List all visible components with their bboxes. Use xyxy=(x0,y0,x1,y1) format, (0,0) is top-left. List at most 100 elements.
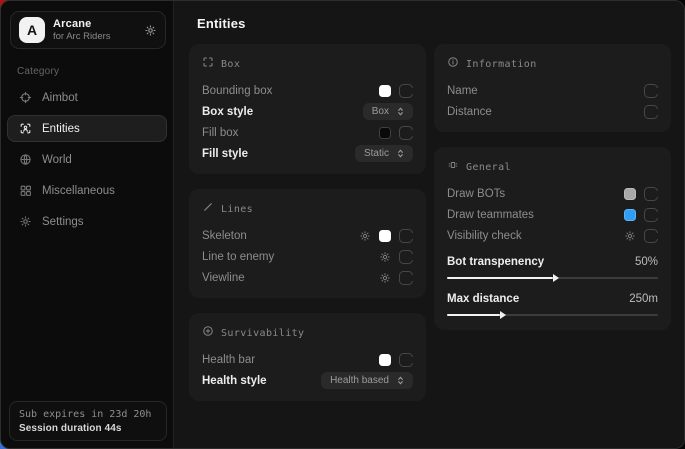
panel-survivability: Survivability Health bar Health style He… xyxy=(189,313,426,401)
panel-information: Information Name Distance xyxy=(434,44,671,132)
slider-label: Max distance xyxy=(447,293,629,305)
slider-value: 250m xyxy=(629,293,658,305)
gear-icon[interactable] xyxy=(379,251,391,263)
row-label: Distance xyxy=(447,106,636,118)
row-distance: Distance xyxy=(447,101,658,122)
row-draw-bots: Draw BOTs xyxy=(447,183,658,204)
row-skeleton: Skeleton xyxy=(202,225,413,246)
unfold-icon xyxy=(395,375,406,386)
sidebar-item-settings[interactable]: Settings xyxy=(7,208,167,235)
main-content: Entities Box Bounding box xyxy=(174,1,684,448)
skeleton-checkbox[interactable] xyxy=(399,229,413,243)
dropdown-value: Box xyxy=(372,106,389,117)
row-fill-style: Fill style Static xyxy=(202,143,413,164)
row-label: Viewline xyxy=(202,272,371,284)
distance-checkbox[interactable] xyxy=(644,105,658,119)
slider-value: 50% xyxy=(635,256,658,268)
brand-subtitle: for Arc Riders xyxy=(53,31,111,42)
health-bar-checkbox[interactable] xyxy=(399,353,413,367)
row-box-style: Box style Box xyxy=(202,101,413,122)
row-label: Health bar xyxy=(202,354,371,366)
health-bar-color-swatch[interactable] xyxy=(379,354,391,366)
sidebar-item-label: Miscellaneous xyxy=(42,185,115,197)
health-style-dropdown[interactable]: Health based xyxy=(321,372,413,389)
sidebar-item-miscellaneous[interactable]: Miscellaneous xyxy=(7,177,167,204)
row-health-style: Health style Health based xyxy=(202,370,413,391)
panel-general: General Draw BOTs Draw teammates Visibil… xyxy=(434,147,671,330)
row-visibility-check: Visibility check xyxy=(447,225,658,246)
max-distance-control: Max distance 250m xyxy=(447,290,658,320)
draw-teammates-color-swatch[interactable] xyxy=(624,209,636,221)
row-label: Name xyxy=(447,85,636,97)
unfold-icon xyxy=(395,106,406,117)
row-health-bar: Health bar xyxy=(202,349,413,370)
app-logo-letter: A xyxy=(27,22,37,38)
fill-box-checkbox[interactable] xyxy=(399,126,413,140)
row-label: Visibility check xyxy=(447,230,616,242)
sub-expiry-text: Sub expires in 23d 20h xyxy=(19,409,157,420)
bounding-box-checkbox[interactable] xyxy=(399,84,413,98)
row-label: Fill style xyxy=(202,148,347,160)
panel-title: Information xyxy=(466,59,537,70)
skeleton-color-swatch[interactable] xyxy=(379,230,391,242)
row-label: Bounding box xyxy=(202,85,371,97)
box-style-dropdown[interactable]: Box xyxy=(363,103,413,120)
row-viewline: Viewline xyxy=(202,267,413,288)
cheat-menu-window: A Arcane for Arc Riders Category Aimbot xyxy=(0,0,685,449)
row-line-to-enemy: Line to enemy xyxy=(202,246,413,267)
row-label: Draw BOTs xyxy=(447,188,616,200)
sidebar-nav: Aimbot Entities World xyxy=(1,82,173,237)
gear-icon xyxy=(19,215,32,228)
bounding-box-color-swatch[interactable] xyxy=(379,85,391,97)
visibility-check-checkbox[interactable] xyxy=(644,229,658,243)
row-label: Line to enemy xyxy=(202,251,371,263)
desktop: A Arcane for Arc Riders Category Aimbot xyxy=(0,0,685,449)
fill-style-dropdown[interactable]: Static xyxy=(355,145,413,162)
gear-icon[interactable] xyxy=(144,24,157,37)
category-grid-icon xyxy=(19,184,32,197)
gear-icon[interactable] xyxy=(359,230,371,242)
panel-title: General xyxy=(466,162,511,173)
health-cross-icon xyxy=(202,324,214,342)
sidebar-item-label: Aimbot xyxy=(42,92,78,104)
row-bounding-box: Bounding box xyxy=(202,80,413,101)
row-fill-box: Fill box xyxy=(202,122,413,143)
fill-box-color-swatch[interactable] xyxy=(379,127,391,139)
panel-title: Survivability xyxy=(221,328,304,339)
subscription-card: Sub expires in 23d 20h Session duration … xyxy=(9,401,167,441)
panel-box: Box Bounding box Box style Box xyxy=(189,44,426,174)
sidebar-item-entities[interactable]: Entities xyxy=(7,115,167,142)
draw-bots-color-swatch[interactable] xyxy=(624,188,636,200)
bot-transparency-control: Bot transpenency 50% xyxy=(447,253,658,283)
gear-icon[interactable] xyxy=(379,272,391,284)
row-label: Fill box xyxy=(202,127,371,139)
draw-teammates-checkbox[interactable] xyxy=(644,208,658,222)
app-logo: A xyxy=(19,17,45,43)
line-icon xyxy=(202,200,214,218)
dropdown-value: Static xyxy=(364,148,389,159)
panel-title: Lines xyxy=(221,204,253,215)
slider-label: Bot transpenency xyxy=(447,256,635,268)
brand-name: Arcane xyxy=(53,18,111,30)
page-title: Entities xyxy=(197,16,671,31)
bounding-box-icon xyxy=(202,55,214,73)
category-label: Category xyxy=(17,66,173,77)
dropdown-value: Health based xyxy=(330,375,389,386)
name-checkbox[interactable] xyxy=(644,84,658,98)
max-distance-slider[interactable] xyxy=(447,310,658,320)
entity-scan-icon xyxy=(19,122,32,135)
panel-title: Box xyxy=(221,59,240,70)
row-label: Health style xyxy=(202,375,313,387)
sidebar-item-world[interactable]: World xyxy=(7,146,167,173)
sidebar-item-aimbot[interactable]: Aimbot xyxy=(7,84,167,111)
viewline-checkbox[interactable] xyxy=(399,271,413,285)
gear-icon[interactable] xyxy=(624,230,636,242)
bot-transparency-slider[interactable] xyxy=(447,273,658,283)
info-icon xyxy=(447,55,459,73)
slider-fill xyxy=(447,277,553,279)
crosshair-icon xyxy=(19,91,32,104)
draw-bots-checkbox[interactable] xyxy=(644,187,658,201)
unfold-icon xyxy=(395,148,406,159)
row-label: Skeleton xyxy=(202,230,351,242)
line-to-enemy-checkbox[interactable] xyxy=(399,250,413,264)
